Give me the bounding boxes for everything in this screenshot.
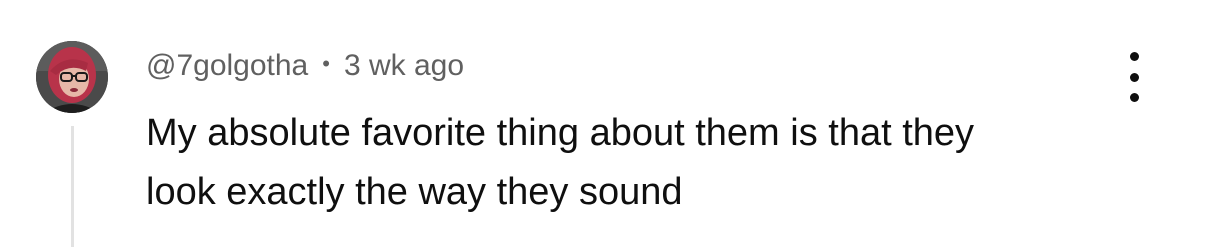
vertical-ellipsis-icon (1129, 72, 1139, 82)
comment-text: My absolute favorite thing about them is… (146, 104, 1146, 222)
comment-text-line: My absolute favorite thing about them is… (146, 112, 975, 154)
comment-header: @7golgotha • 3 wk ago (146, 46, 464, 86)
vertical-ellipsis-icon (1129, 93, 1139, 102)
author-handle[interactable]: @7golgotha (146, 49, 308, 83)
vertical-ellipsis-icon (1129, 52, 1139, 61)
avatar[interactable] (36, 41, 108, 113)
avatar-image (36, 41, 108, 113)
comment-text-line: look exactly the way they sound (146, 171, 683, 213)
reply-thread-line (71, 126, 74, 247)
more-options-button[interactable] (1118, 52, 1150, 102)
comment-timestamp[interactable]: 3 wk ago (344, 49, 464, 83)
comment-item: @7golgotha • 3 wk ago My absolute favori… (0, 0, 1206, 247)
separator-dot: • (322, 51, 330, 76)
